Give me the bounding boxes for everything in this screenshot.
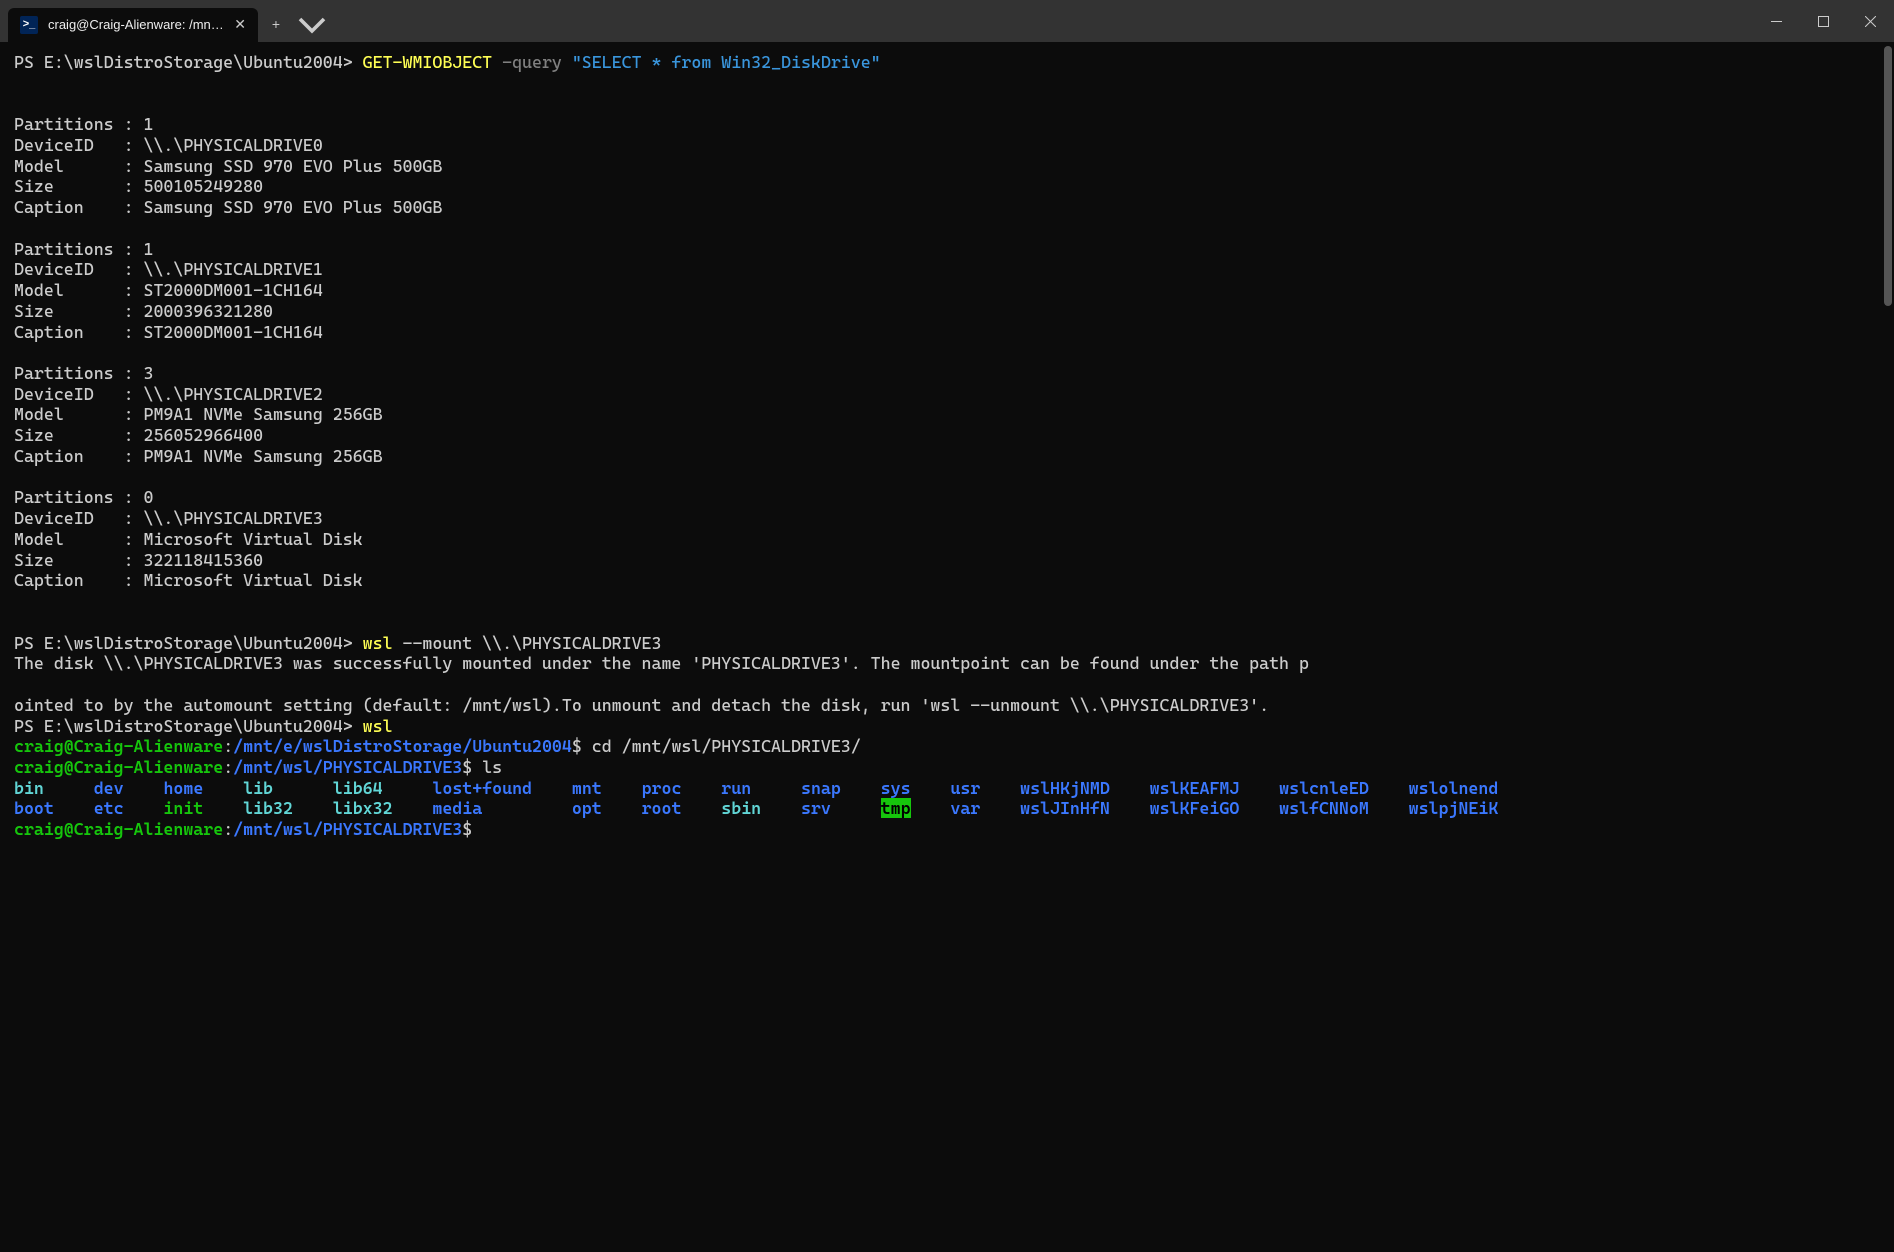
drive-field: DeviceID : \\.\PHYSICALDRIVE0	[14, 135, 323, 155]
maximize-icon	[1818, 16, 1829, 27]
ls-entry: wslolnend	[1409, 778, 1499, 798]
ls-entry: lost+found	[432, 778, 532, 798]
minimize-icon	[1771, 16, 1782, 27]
bash-path: /mnt/wsl/PHYSICALDRIVE3	[233, 819, 462, 839]
ls-entry: etc	[94, 798, 124, 818]
bash-cmd: cd /mnt/wsl/PHYSICALDRIVE3/	[582, 736, 861, 756]
drive-field: Model : ST2000DM001-1CH164	[14, 280, 323, 300]
ls-entry: tmp	[881, 798, 911, 818]
ls-entry: wslpjNEiK	[1409, 798, 1499, 818]
bash-dollar: $	[462, 757, 472, 777]
drive-field: Partitions : 1	[14, 114, 153, 134]
ls-entry: lib	[243, 778, 273, 798]
new-tab-button[interactable]: +	[258, 8, 294, 42]
ls-entry: run	[721, 778, 751, 798]
mount-output-line: To unmount and detach the disk, run 'wsl…	[562, 695, 1269, 715]
drive-field: Size : 500105249280	[14, 176, 263, 196]
ls-entry: wslKFeiGO	[1150, 798, 1240, 818]
ps-prompt: PS E:\wslDistroStorage\Ubuntu2004>	[14, 633, 363, 653]
window-controls	[1753, 0, 1894, 42]
ls-entry: sys	[881, 778, 911, 798]
bash-path: /mnt/wsl/PHYSICALDRIVE3	[233, 757, 462, 777]
chevron-down-icon	[294, 7, 330, 43]
close-window-button[interactable]	[1847, 0, 1894, 42]
bash-cmd: ls	[472, 757, 502, 777]
ls-entry: snap	[801, 778, 841, 798]
wsl-cmd: wsl	[363, 716, 393, 736]
wsl-cmd: wsl	[363, 633, 393, 653]
drive-field: DeviceID : \\.\PHYSICALDRIVE2	[14, 384, 323, 404]
close-tab-button[interactable]: ✕	[234, 16, 246, 33]
ls-entry: dev	[94, 778, 124, 798]
titlebar: >_ craig@Craig-Alienware: /mnt/w ✕ +	[0, 0, 1894, 42]
maximize-button[interactable]	[1800, 0, 1847, 42]
tab-title: craig@Craig-Alienware: /mnt/w	[48, 17, 224, 33]
drive-field: Size : 2000396321280	[14, 301, 273, 321]
drive-field: DeviceID : \\.\PHYSICALDRIVE1	[14, 259, 323, 279]
drive-field: Partitions : 1	[14, 239, 153, 259]
ls-entry: opt	[572, 798, 602, 818]
ls-entry: boot	[14, 798, 54, 818]
tab-active[interactable]: >_ craig@Craig-Alienware: /mnt/w ✕	[8, 8, 258, 42]
bash-user: craig@Craig-Alienware	[14, 736, 223, 756]
drive-field: Caption : ST2000DM001-1CH164	[14, 322, 323, 342]
bash-path: /mnt/e/wslDistroStorage/Ubuntu2004	[233, 736, 572, 756]
bash-user: craig@Craig-Alienware	[14, 757, 223, 777]
ls-entry: wslJInHfN	[1020, 798, 1110, 818]
wsl-args: --mount \\.\PHYSICALDRIVE3	[393, 633, 662, 653]
minimize-button[interactable]	[1753, 0, 1800, 42]
ls-entry: usr	[950, 778, 980, 798]
ls-entry: mnt	[572, 778, 602, 798]
ls-entry: var	[950, 798, 980, 818]
ls-entry: wslKEAFMJ	[1150, 778, 1240, 798]
cmd-string: "SELECT * from Win32_DiskDrive"	[572, 52, 881, 72]
scrollbar[interactable]	[1882, 42, 1894, 1252]
bash-dollar: $	[462, 819, 472, 839]
ls-entry: wslHKjNMD	[1020, 778, 1110, 798]
drive-field: Size : 322118415360	[14, 550, 263, 570]
drive-field: Caption : PM9A1 NVMe Samsung 256GB	[14, 446, 383, 466]
drive-field: Model : PM9A1 NVMe Samsung 256GB	[14, 404, 383, 424]
cmd-param: -query	[502, 52, 562, 72]
ls-entry: bin	[14, 778, 44, 798]
ls-entry: home	[163, 778, 203, 798]
drive-field: Model : Samsung SSD 970 EVO Plus 500GB	[14, 156, 442, 176]
ls-entry: media	[432, 798, 482, 818]
ps-prompt: PS E:\wslDistroStorage\Ubuntu2004>	[14, 716, 363, 736]
mount-output-line: The disk \\.\PHYSICALDRIVE3 was successf…	[14, 653, 1309, 673]
ls-entry: init	[163, 798, 203, 818]
scrollbar-thumb[interactable]	[1884, 46, 1892, 306]
ls-entry: root	[642, 798, 682, 818]
ls-entry: sbin	[721, 798, 761, 818]
powershell-icon: >_	[20, 16, 38, 34]
tab-dropdown-button[interactable]	[294, 8, 330, 42]
mount-output-line: ointed to by the automount setting (defa…	[14, 695, 562, 715]
ls-entry: libx32	[333, 798, 393, 818]
ls-entry: lib32	[243, 798, 293, 818]
drive-field: Size : 256052966400	[14, 425, 263, 445]
drive-field: Model : Microsoft Virtual Disk	[14, 529, 363, 549]
ls-entry: lib64	[333, 778, 383, 798]
ls-entry: wslcnleED	[1279, 778, 1369, 798]
drive-field: Caption : Samsung SSD 970 EVO Plus 500GB	[14, 197, 442, 217]
ps-prompt: PS E:\wslDistroStorage\Ubuntu2004>	[14, 52, 363, 72]
ls-entry: wslfCNNoM	[1279, 798, 1369, 818]
cmdlet: GET-WMIOBJECT	[363, 52, 493, 72]
terminal-output[interactable]: PS E:\wslDistroStorage\Ubuntu2004> GET-W…	[0, 42, 1894, 1252]
close-icon	[1865, 16, 1876, 27]
ls-entry: srv	[801, 798, 831, 818]
bash-user: craig@Craig-Alienware	[14, 819, 223, 839]
tab-strip: >_ craig@Craig-Alienware: /mnt/w ✕ +	[0, 0, 1753, 42]
drive-field: Caption : Microsoft Virtual Disk	[14, 570, 363, 590]
drive-field: DeviceID : \\.\PHYSICALDRIVE3	[14, 508, 323, 528]
ls-entry: proc	[642, 778, 682, 798]
drive-field: Partitions : 3	[14, 363, 153, 383]
bash-dollar: $	[572, 736, 582, 756]
drive-field: Partitions : 0	[14, 487, 153, 507]
